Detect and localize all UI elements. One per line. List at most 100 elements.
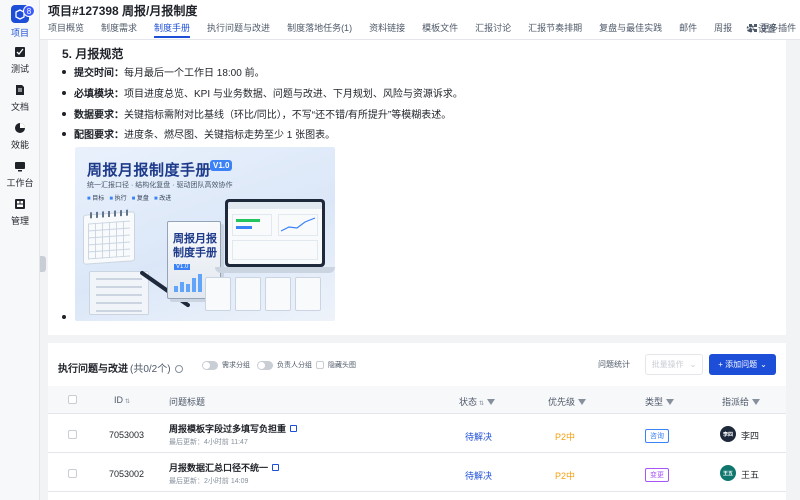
header-label: 状态 [459,397,478,407]
issue-title-link[interactable]: 周报模板字段过多填写负担重 [169,422,298,435]
add-issue-button[interactable]: + 添加问题 ⌄ [709,354,776,375]
last-updated: 最后更新：2小时前 14:09 [169,478,249,485]
toggle-switch[interactable] [202,360,218,370]
tab-links[interactable]: 资料链接 [369,21,405,38]
sidebar-item-test[interactable]: 测试 [0,41,40,79]
table-row[interactable]: 7053002 月报数据汇总口径不统一 最后更新：2小时前 14:09 待解决 … [48,454,786,492]
header-label: 指派给 [722,397,750,407]
tab-tasks[interactable]: 制度落地任务(1) [287,21,352,38]
tab-templates[interactable]: 模板文件 [422,21,458,38]
calendar-illustration [83,209,135,265]
select-all-checkbox[interactable] [68,395,77,404]
batch-operation-button[interactable]: 批量操作 ⌄ [645,354,703,375]
filter-icon[interactable] [752,399,761,405]
bullet-text: 项目进度总览、KPI 与业务数据、问题与改进、下月规划、风险与资源诉求。 [124,89,463,100]
column-header-type[interactable]: 类型 [645,395,675,408]
type-tag[interactable]: 变更 [645,468,669,482]
sidebar-item-label: 项目 [10,28,29,38]
left-sidebar: 8 项目 测试 文档 效能 工作台 管理 [0,0,40,500]
sidebar-item-docs[interactable]: 文档 [0,79,40,117]
filter-icon[interactable] [666,399,675,405]
bullet-text: 关键指标需附对比基线（环比/同比），不写“还不错/有所提升”等模糊表述。 [124,110,452,121]
monitor-icon [13,159,27,173]
sort-icon[interactable]: ⇅ [125,398,130,405]
tab-retro[interactable]: 复盘与最佳实践 [599,21,662,38]
image-tag: 复盘 [132,193,149,202]
manual-document: 5. 月报规范 提交时间：每月最后一个工作日 18:00 前。 必填模块：项目进… [48,40,786,335]
tab-issues[interactable]: 执行问题与改进 [207,21,270,38]
notepad-illustration [89,271,149,315]
column-header-id[interactable]: ID ⇅ [114,395,130,405]
type-tag[interactable]: 咨询 [645,429,669,443]
bullet-label: 配图要求： [74,130,124,141]
status-value[interactable]: 待解决 [465,469,492,482]
issues-panel-title: 执行问题与改进 (共0/2个) [58,360,183,375]
priority-value[interactable]: P2中 [555,469,575,482]
tab-overview[interactable]: 项目概览 [48,21,84,38]
sidebar-item-admin[interactable]: 管理 [0,193,40,231]
document-icon[interactable] [272,464,280,471]
sidebar-item-performance[interactable]: 效能 [0,117,40,155]
tab-requirements[interactable]: 制度需求 [101,21,137,38]
issues-title-text: 执行问题与改进 [58,364,128,375]
filter-icon[interactable] [578,399,587,405]
issue-title-link[interactable]: 月报数据汇总口径不统一 [169,461,280,474]
document-icon [13,83,27,97]
sidebar-item-project[interactable]: 8 项目 [0,3,40,41]
hide-header-image-option[interactable]: 隐藏头图 [316,360,356,370]
group-by-owner-toggle[interactable]: 负责人分组 [257,360,312,370]
image-version-badge: V1.0 [210,160,233,171]
group-by-requirement-toggle[interactable]: 需求分组 [202,360,250,370]
tab-schedule[interactable]: 汇报节奏排期 [528,21,582,38]
column-header-priority[interactable]: 优先级 [548,395,587,408]
document-icon[interactable] [290,425,298,432]
sidebar-collapse-handle[interactable] [40,256,46,272]
manual-cover-image[interactable]: 周报月报制度手册 V1.0 统一汇报口径 · 结构化复盘 · 驱动团队高效协作 … [75,147,335,321]
column-header-assignee[interactable]: 指派给 [722,395,761,408]
checkbox[interactable] [316,361,324,369]
sidebar-item-label: 管理 [10,216,29,226]
filter-icon[interactable] [487,399,496,405]
column-header-status[interactable]: 状态 ⇅ [459,395,496,408]
image-subtitle: 统一汇报口径 · 结构化复盘 · 驱动团队高效协作 [87,182,233,189]
tab-weekly[interactable]: 周报 [714,21,732,38]
table-row[interactable]: 7053003 周报模板字段过多填写负担重 最后更新：4小时前 11:47 待解… [48,415,786,453]
bullet-label: 提交时间： [74,68,124,79]
header-label: 类型 [645,397,664,407]
row-checkbox[interactable] [68,430,77,439]
table-header: ID ⇅ 问题标题 状态 ⇅ 优先级 类型 指派给 [48,386,786,414]
tab-bar: 项目概览 制度需求 制度手册 执行问题与改进 制度落地任务(1) 资料链接 模板… [48,21,800,38]
settings-label: 设置 [757,24,776,34]
header-label: ID [114,395,123,405]
avatar: 王五 [720,465,736,481]
list-item: 必填模块：项目进度总览、KPI 与业务数据、问题与改进、下月规划、风险与资源诉求… [62,89,463,101]
issue-stats-link[interactable]: 问题统计 [598,359,630,370]
sort-icon[interactable]: ⇅ [479,400,484,407]
priority-value[interactable]: P2中 [555,430,575,443]
test-icon [13,45,27,59]
toggle-switch[interactable] [257,360,273,370]
issue-id: 7053003 [109,430,145,440]
admin-icon [13,197,27,211]
assignee-name[interactable]: 李四 [741,429,759,442]
row-checkbox[interactable] [68,469,77,478]
image-tag: 执行 [109,193,127,202]
section-heading: 5. 月报规范 [62,47,124,61]
tab-manual[interactable]: 制度手册 [154,21,191,38]
sidebar-item-workbench[interactable]: 工作台 [0,155,40,193]
issues-panel: 执行问题与改进 (共0/2个) 需求分组 负责人分组 隐藏头图 问题统计 批量操作… [48,343,786,500]
help-icon[interactable] [174,365,183,373]
assignee-name[interactable]: 王五 [741,468,759,481]
header-label: 优先级 [548,397,576,407]
settings-button[interactable]: 设置 [746,22,776,35]
bullet-label: 必填模块： [74,89,124,100]
sidebar-item-label: 测试 [10,64,29,74]
status-value[interactable]: 待解决 [465,430,492,443]
tab-discussion[interactable]: 汇报讨论 [475,21,511,38]
issues-count: (共0/2个) [130,364,171,375]
tab-mail[interactable]: 邮件 [679,21,697,38]
laptop-base [215,267,335,273]
toggle-label: 负责人分组 [277,362,312,369]
issue-title: 月报数据汇总口径不统一 [169,463,269,473]
laptop-illustration [225,199,325,267]
